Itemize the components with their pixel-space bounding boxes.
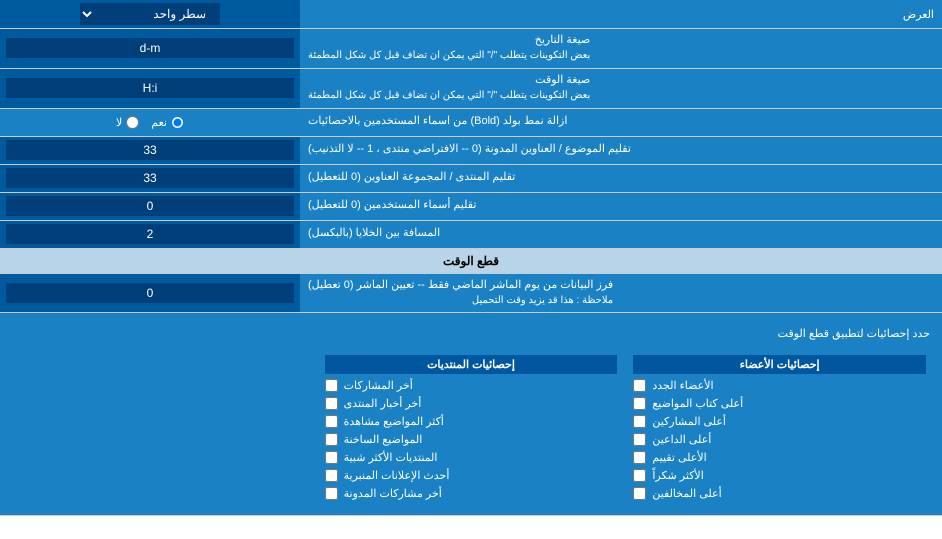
content-item-5-label: أحدث الإعلانات المنبرية — [344, 469, 450, 482]
username-trim-row: تقليم أسماء المستخدمين (0 للتعطيل) 0 — [0, 193, 942, 221]
content-item-2-checkbox[interactable] — [325, 415, 338, 428]
radio-no-text: لا — [116, 116, 122, 129]
forum-titles-input-wrap: 33 — [0, 165, 300, 192]
topics-titles-input[interactable]: 33 — [6, 140, 294, 160]
members-item-6-checkbox[interactable] — [633, 487, 646, 500]
top-row: العرض سطر واحد سطران ثلاثة أسطر — [0, 0, 942, 29]
checkboxes-columns: إحصائيات الأعضاء الأعضاء الجدد أعلى كتاب… — [8, 351, 934, 509]
radio-yes-label[interactable]: نعم — [151, 116, 184, 129]
checkboxes-section: حدد إحصائيات لتطبيق قطع الوقت إحصائيات ا… — [0, 313, 942, 516]
cell-gap-input-wrap: 2 — [0, 221, 300, 248]
content-stats-col: إحصائيات المنتديات أخر المشاركات أخر أخب… — [317, 351, 626, 509]
content-item-0-checkbox[interactable] — [325, 379, 338, 392]
main-container: العرض سطر واحد سطران ثلاثة أسطر صيغة الت… — [0, 0, 942, 516]
cutoff-input[interactable]: 0 — [6, 283, 294, 303]
members-item-1: أعلى كتاب المواضيع — [633, 397, 926, 410]
limit-label-row: حدد إحصائيات لتطبيق قطع الوقت — [8, 319, 934, 347]
members-stats-header: إحصائيات الأعضاء — [633, 355, 926, 374]
forum-titles-input[interactable]: 33 — [6, 168, 294, 188]
topics-titles-label: تقليم الموضوع / العناوين المدونة (0 -- ا… — [300, 137, 942, 164]
content-item-6-label: أخر مشاركات المدونة — [344, 487, 442, 500]
members-item-5-checkbox[interactable] — [633, 469, 646, 482]
username-trim-input[interactable]: 0 — [6, 196, 294, 216]
cell-gap-row: المسافة بين الخلايا (بالبكسل) 2 — [0, 221, 942, 249]
cell-gap-label: المسافة بين الخلايا (بالبكسل) — [300, 221, 942, 248]
members-item-6-label: أعلى المخالفين — [652, 487, 721, 500]
content-item-6: أخر مشاركات المدونة — [325, 487, 618, 500]
username-trim-input-wrap: 0 — [0, 193, 300, 220]
members-item-1-label: أعلى كتاب المواضيع — [652, 397, 743, 410]
members-item-5-label: الأكثر شكراً — [652, 469, 703, 482]
members-item-3-checkbox[interactable] — [633, 433, 646, 446]
content-item-5-checkbox[interactable] — [325, 469, 338, 482]
topics-titles-input-wrap: 33 — [0, 137, 300, 164]
content-stats-header: إحصائيات المنتديات — [325, 355, 618, 374]
members-item-1-checkbox[interactable] — [633, 397, 646, 410]
members-item-3: أعلى الداعين — [633, 433, 926, 446]
members-item-4-checkbox[interactable] — [633, 451, 646, 464]
content-item-4-label: المنتديات الأكثر شبية — [344, 451, 438, 464]
cutoff-input-wrap: 0 — [0, 274, 300, 313]
cell-gap-input[interactable]: 2 — [6, 224, 294, 244]
radio-no-label[interactable]: لا — [116, 116, 139, 129]
time-format-input-wrap: H:i — [0, 69, 300, 108]
content-item-0: أخر المشاركات — [325, 379, 618, 392]
radio-yes[interactable] — [171, 116, 184, 129]
header-title-label: العرض — [300, 4, 942, 25]
radio-yes-text: نعم — [151, 116, 167, 129]
content-item-1-label: أخر أخبار المنتدى — [344, 397, 422, 410]
content-item-2-label: أكثر المواضيع مشاهدة — [344, 415, 444, 428]
bold-remove-label: ازالة نمط بولد (Bold) من اسماء المستخدمي… — [300, 110, 942, 133]
cutoff-row: فرز البيانات من يوم الماشر الماضي فقط --… — [0, 274, 942, 314]
time-format-row: صيغة الوقتبعض التكوينات يتطلب "/" التي ي… — [0, 69, 942, 109]
content-item-0-label: أخر المشاركات — [344, 379, 413, 392]
time-format-input[interactable]: H:i — [6, 78, 294, 98]
members-stats-col: إحصائيات الأعضاء الأعضاء الجدد أعلى كتاب… — [625, 351, 934, 509]
date-format-row: صيغة التاريخبعض التكوينات يتطلب "/" التي… — [0, 29, 942, 69]
content-item-6-checkbox[interactable] — [325, 487, 338, 500]
username-trim-label: تقليم أسماء المستخدمين (0 للتعطيل) — [300, 193, 942, 220]
content-item-4: المنتديات الأكثر شبية — [325, 451, 618, 464]
radio-no[interactable] — [126, 116, 139, 129]
members-item-5: الأكثر شكراً — [633, 469, 926, 482]
top-select-part: سطر واحد سطران ثلاثة أسطر — [0, 0, 300, 28]
members-item-4: الأعلى تقييم — [633, 451, 926, 464]
date-format-label: صيغة التاريخبعض التكوينات يتطلب "/" التي… — [300, 29, 942, 68]
display-select[interactable]: سطر واحد سطران ثلاثة أسطر — [80, 3, 220, 25]
content-item-2: أكثر المواضيع مشاهدة — [325, 415, 618, 428]
limit-label-text: حدد إحصائيات لتطبيق قطع الوقت — [8, 325, 934, 342]
cutoff-label: فرز البيانات من يوم الماشر الماضي فقط --… — [300, 274, 942, 313]
members-item-2: أعلى المشاركين — [633, 415, 926, 428]
forum-titles-row: تقليم المنتدى / المجموعة العناوين (0 للت… — [0, 165, 942, 193]
content-item-5: أحدث الإعلانات المنبرية — [325, 469, 618, 482]
date-format-input[interactable]: d-m — [6, 38, 294, 58]
bold-remove-radio-group: نعم لا — [0, 112, 300, 133]
content-item-3-checkbox[interactable] — [325, 433, 338, 446]
members-item-2-label: أعلى المشاركين — [652, 415, 726, 428]
topics-titles-row: تقليم الموضوع / العناوين المدونة (0 -- ا… — [0, 137, 942, 165]
content-item-3-label: المواضيع الساخنة — [344, 433, 423, 446]
limit-col — [8, 351, 317, 509]
time-format-label: صيغة الوقتبعض التكوينات يتطلب "/" التي ي… — [300, 69, 942, 108]
members-item-4-label: الأعلى تقييم — [652, 451, 706, 464]
content-item-3: المواضيع الساخنة — [325, 433, 618, 446]
forum-titles-label: تقليم المنتدى / المجموعة العناوين (0 للت… — [300, 165, 942, 192]
members-item-2-checkbox[interactable] — [633, 415, 646, 428]
date-format-input-wrap: d-m — [0, 29, 300, 68]
bold-remove-row: ازالة نمط بولد (Bold) من اسماء المستخدمي… — [0, 109, 942, 137]
members-item-0-label: الأعضاء الجدد — [652, 379, 713, 392]
members-item-0-checkbox[interactable] — [633, 379, 646, 392]
content-item-4-checkbox[interactable] — [325, 451, 338, 464]
members-item-6: أعلى المخالفين — [633, 487, 926, 500]
members-item-3-label: أعلى الداعين — [652, 433, 711, 446]
content-item-1: أخر أخبار المنتدى — [325, 397, 618, 410]
members-item-0: الأعضاء الجدد — [633, 379, 926, 392]
cutoff-section-header: قطع الوقت — [0, 249, 942, 274]
content-item-1-checkbox[interactable] — [325, 397, 338, 410]
